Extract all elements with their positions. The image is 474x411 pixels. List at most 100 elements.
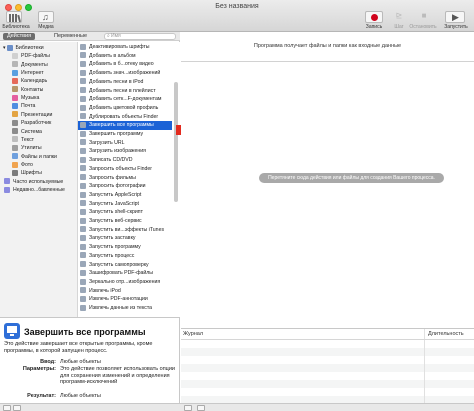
action-icon <box>80 278 86 285</box>
record-button[interactable] <box>365 11 383 23</box>
library-category-icon <box>12 119 18 126</box>
action-item-label: Дублировать объекты Finder <box>89 113 159 120</box>
workflow-area[interactable]: Программа получает файлы и папки как вхо… <box>181 32 474 328</box>
library-category-icon <box>4 178 10 185</box>
action-item[interactable]: Добавить цветовой профиль <box>78 104 172 113</box>
action-item[interactable]: Запустить самопроверку <box>78 261 172 270</box>
actions-scrollbar[interactable] <box>174 82 178 202</box>
library-item[interactable]: Система <box>12 128 42 136</box>
library-item[interactable]: Календарь <box>12 77 47 85</box>
window-title: Без названия <box>215 3 259 10</box>
search-icon: ⌕ <box>107 33 110 39</box>
library-category-icon <box>12 103 18 110</box>
library-category-icon <box>12 144 18 151</box>
library-item[interactable]: Интернет <box>12 69 44 77</box>
log-column-journal[interactable]: Журнал <box>183 329 203 340</box>
log-column-duration[interactable]: Длительность <box>428 329 464 340</box>
action-icon <box>80 243 86 250</box>
action-item-label: Добавить в б...отеку видео <box>89 61 154 68</box>
action-item[interactable]: Добавить в б...отеку видео <box>78 60 172 69</box>
disclosure-icon[interactable]: ▾ <box>3 45 6 51</box>
library-item[interactable]: Шрифты <box>12 169 42 177</box>
action-item[interactable]: Запустить JavaScript <box>78 200 172 209</box>
action-item[interactable]: Зеркально отр...изображения <box>78 278 172 287</box>
action-icon <box>80 43 86 50</box>
library-item[interactable]: Почта <box>12 102 35 110</box>
action-item[interactable]: Добавить в альбом <box>78 52 172 61</box>
action-item[interactable]: Запустить AppleScript <box>78 191 172 200</box>
action-item[interactable]: Запустить процесс <box>78 252 172 261</box>
action-item[interactable]: Добавить знач...изображений <box>78 69 172 78</box>
library-item[interactable]: Разработчик <box>12 119 51 127</box>
description-panel: Завершить все программы Это действие зав… <box>0 317 180 403</box>
description-text: Это действие завершает все открытые прог… <box>4 341 153 354</box>
action-item[interactable]: Завершить программу <box>78 130 172 139</box>
action-item[interactable]: Запустить программу <box>78 243 172 252</box>
action-item[interactable]: Запросить фотографии <box>78 182 172 191</box>
action-item[interactable]: Извлечь PDF-аннотации <box>78 295 172 304</box>
action-item[interactable]: Запустить заставку <box>78 234 172 243</box>
action-item[interactable]: Извлечь iPod <box>78 287 172 296</box>
library-item[interactable]: Часто используемые <box>3 178 63 186</box>
run-button[interactable]: ▶ <box>445 11 465 23</box>
library-button[interactable] <box>6 11 22 23</box>
action-item[interactable]: Запустить shell-скрипт <box>78 208 172 217</box>
action-icon <box>80 191 86 198</box>
library-item[interactable]: ▾ Библиотеки <box>3 44 44 52</box>
library-label: Библиотека <box>2 24 30 30</box>
action-item[interactable]: Добавить песни в плейлист <box>78 87 172 96</box>
library-item[interactable]: PDF-файлы <box>12 52 50 60</box>
action-item-label: Добавить знач...изображений <box>89 70 161 77</box>
action-item[interactable]: Запросить фильмы <box>78 174 172 183</box>
action-item[interactable]: Извлечь данные из текста <box>78 304 172 313</box>
tab-actions[interactable]: Действия <box>3 33 36 40</box>
action-item[interactable]: Добавить песни в iPod <box>78 78 172 87</box>
library-item[interactable]: Контакты <box>12 86 43 94</box>
variables-toggle-button[interactable] <box>197 405 205 411</box>
action-icon <box>80 139 86 146</box>
action-item-label: Извлечь данные из текста <box>89 305 153 311</box>
library-item[interactable]: Текст <box>12 136 34 144</box>
library-item[interactable]: Файлы и папки <box>12 153 57 161</box>
library-item[interactable]: Недавно...бавленные <box>3 186 65 194</box>
library-item-label: Недавно...бавленные <box>13 186 65 193</box>
action-icon <box>80 174 86 181</box>
media-button[interactable]: ♫ <box>38 11 54 23</box>
library-item-label: Система <box>21 128 42 135</box>
action-item[interactable]: Запустить ви...эффекты iTunes <box>78 226 172 235</box>
library-item[interactable]: Музыка <box>12 94 39 102</box>
play-icon: ▶ <box>452 12 459 22</box>
action-icon <box>80 148 86 155</box>
description-toggle-button[interactable] <box>3 405 11 411</box>
library-item[interactable]: Презентации <box>12 111 52 119</box>
action-item[interactable]: Завершить все программы <box>78 121 172 130</box>
tab-variables[interactable]: Переменные <box>50 33 91 40</box>
action-item[interactable]: Запросить объекты Finder <box>78 165 172 174</box>
action-item[interactable]: Запустить веб-сервис <box>78 217 172 226</box>
description-title: Завершить все программы <box>24 327 146 337</box>
library-category-icon <box>4 186 10 193</box>
action-icon <box>80 226 86 233</box>
action-item[interactable]: Зашифровать PDF-файлы <box>78 269 172 278</box>
library-category-icon <box>12 169 18 176</box>
action-item[interactable]: Добавить сетк...F-документам <box>78 95 172 104</box>
action-item[interactable]: Деактивировать шрифты <box>78 43 172 52</box>
library-item[interactable]: Фото <box>12 161 33 169</box>
library-category-icon <box>12 161 18 168</box>
library-item[interactable]: Утилиты <box>12 144 42 152</box>
list-view-button[interactable] <box>13 405 21 411</box>
action-item[interactable]: Загрузить изображения <box>78 147 172 156</box>
library-item-label: Календарь <box>21 78 48 85</box>
library-icon <box>9 14 22 23</box>
search-input[interactable]: Имя <box>104 33 176 40</box>
action-item[interactable]: Загрузить URL <box>78 139 172 148</box>
log-toggle-button[interactable] <box>184 405 192 411</box>
params-value: Это действие позволяет использовать опци… <box>60 366 175 385</box>
action-icon <box>80 165 86 172</box>
action-item[interactable]: Дублировать объекты Finder <box>78 113 172 122</box>
log-panel: Журнал Длительность <box>181 328 474 404</box>
action-item-label: Добавить песни в iPod <box>89 78 144 85</box>
action-item[interactable]: Записать CD/DVD <box>78 156 172 165</box>
library-item[interactable]: Документы <box>12 61 48 69</box>
action-item-label: Добавить в альбом <box>89 52 136 59</box>
